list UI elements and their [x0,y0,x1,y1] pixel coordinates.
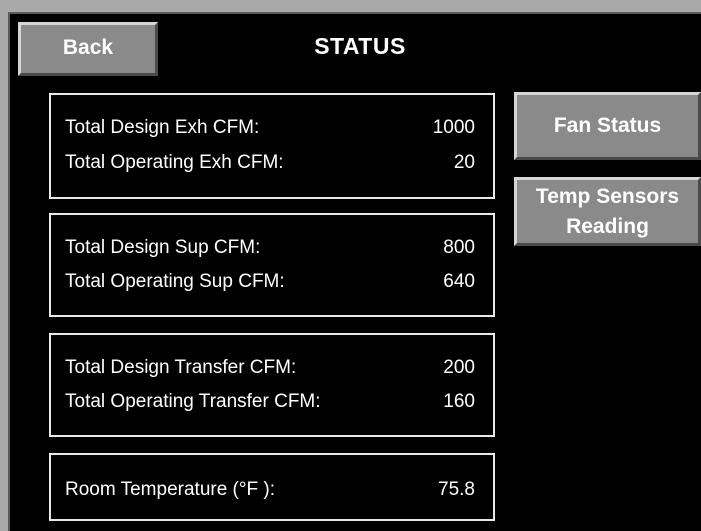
design-transfer-label: Total Design Transfer CFM: [65,357,297,378]
design-exh-label: Total Design Exh CFM: [65,117,260,138]
temp-sensors-label-line1: Temp Sensors [535,185,680,208]
room-temperature-panel: Room Temperature (°F ): 75.8 [49,453,495,521]
operating-sup-label: Total Operating Sup CFM: [65,271,285,292]
design-sup-label: Total Design Sup CFM: [65,237,261,258]
design-exh-row: Total Design Exh CFM: 1000 [65,115,475,141]
room-temp-value: 75.8 [438,479,475,500]
operating-transfer-row: Total Operating Transfer CFM: 160 [65,389,475,415]
temp-sensors-reading-button[interactable]: Temp Sensors Reading [514,177,701,246]
operating-transfer-label: Total Operating Transfer CFM: [65,391,321,412]
page-title: STATUS [314,33,406,59]
supply-cfm-panel: Total Design Sup CFM: 800 Total Operatin… [49,213,495,317]
room-temp-label: Room Temperature (°F ): [65,479,275,500]
exhaust-cfm-panel: Total Design Exh CFM: 1000 Total Operati… [49,93,495,199]
operating-exh-row: Total Operating Exh CFM: 20 [65,150,475,176]
temp-sensors-label-line2: Reading [566,215,649,238]
design-transfer-row: Total Design Transfer CFM: 200 [65,355,475,381]
back-button[interactable]: Back [18,22,158,76]
operating-sup-value: 640 [443,271,475,292]
operating-exh-label: Total Operating Exh CFM: [65,152,284,173]
transfer-cfm-panel: Total Design Transfer CFM: 200 Total Ope… [49,333,495,437]
room-temp-row: Room Temperature (°F ): 75.8 [65,477,475,503]
operating-sup-row: Total Operating Sup CFM: 640 [65,269,475,295]
design-transfer-value: 200 [443,357,475,378]
operating-exh-value: 20 [453,152,475,173]
design-sup-value: 800 [443,237,475,258]
operating-transfer-value: 160 [443,391,475,412]
design-exh-value: 1000 [432,117,475,138]
design-sup-row: Total Design Sup CFM: 800 [65,235,475,261]
fan-status-button[interactable]: Fan Status [514,92,701,160]
